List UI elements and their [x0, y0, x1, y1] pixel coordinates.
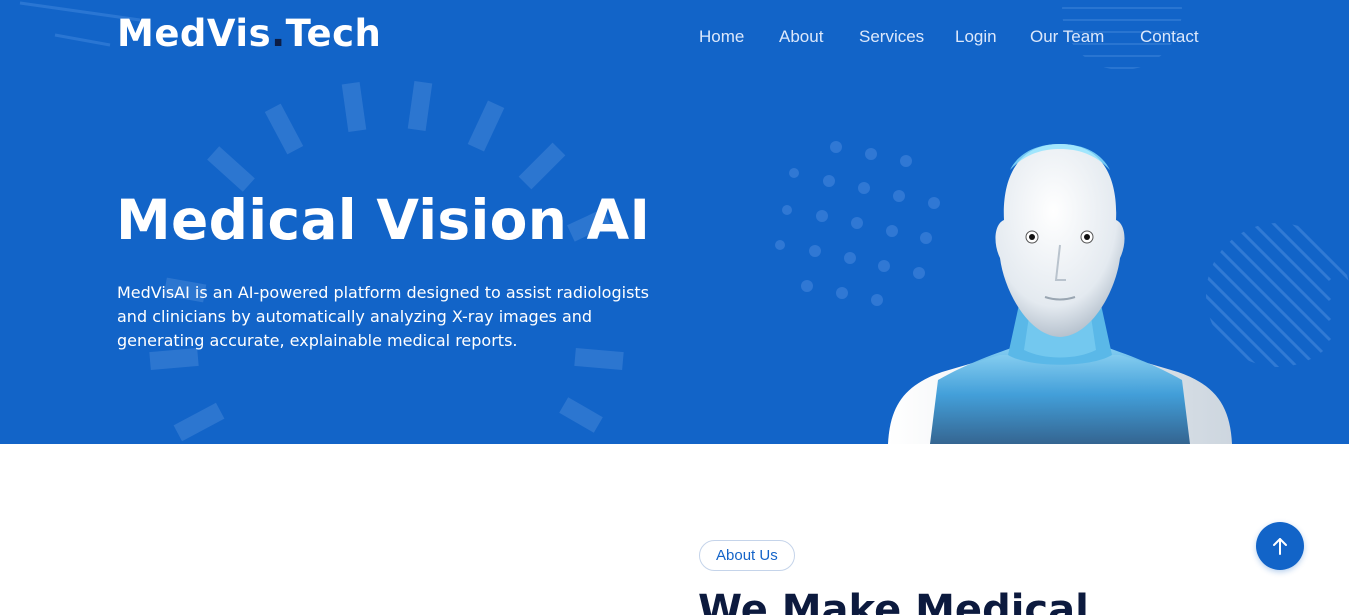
about-heading: We Make Medical — [698, 587, 1089, 615]
robot-illustration — [888, 144, 1232, 444]
about-us-badge: About Us — [699, 540, 795, 571]
logo-text-part2: Tech — [285, 12, 382, 55]
hero-description: MedVisAI is an AI-powered platform desig… — [117, 283, 650, 350]
nav-link-contact[interactable]: Contact — [1140, 27, 1199, 47]
nav-link-home[interactable]: Home — [699, 27, 744, 47]
scroll-to-top-button[interactable] — [1256, 522, 1304, 570]
nav-link-our-team[interactable]: Our Team — [1030, 27, 1104, 47]
nav-link-login[interactable]: Login — [955, 27, 997, 47]
nav-link-services[interactable]: Services — [859, 27, 924, 47]
hero-title: Medical Vision AI — [116, 188, 651, 252]
logo-text-part1: MedVis — [117, 12, 272, 55]
nav-link-about[interactable]: About — [779, 27, 823, 47]
logo-dot: . — [271, 12, 286, 55]
arrow-up-icon — [1273, 538, 1287, 555]
hero-section: MedVis.Tech Home About Services Login Ou… — [0, 0, 1349, 444]
site-logo[interactable]: MedVis.Tech — [117, 12, 381, 55]
